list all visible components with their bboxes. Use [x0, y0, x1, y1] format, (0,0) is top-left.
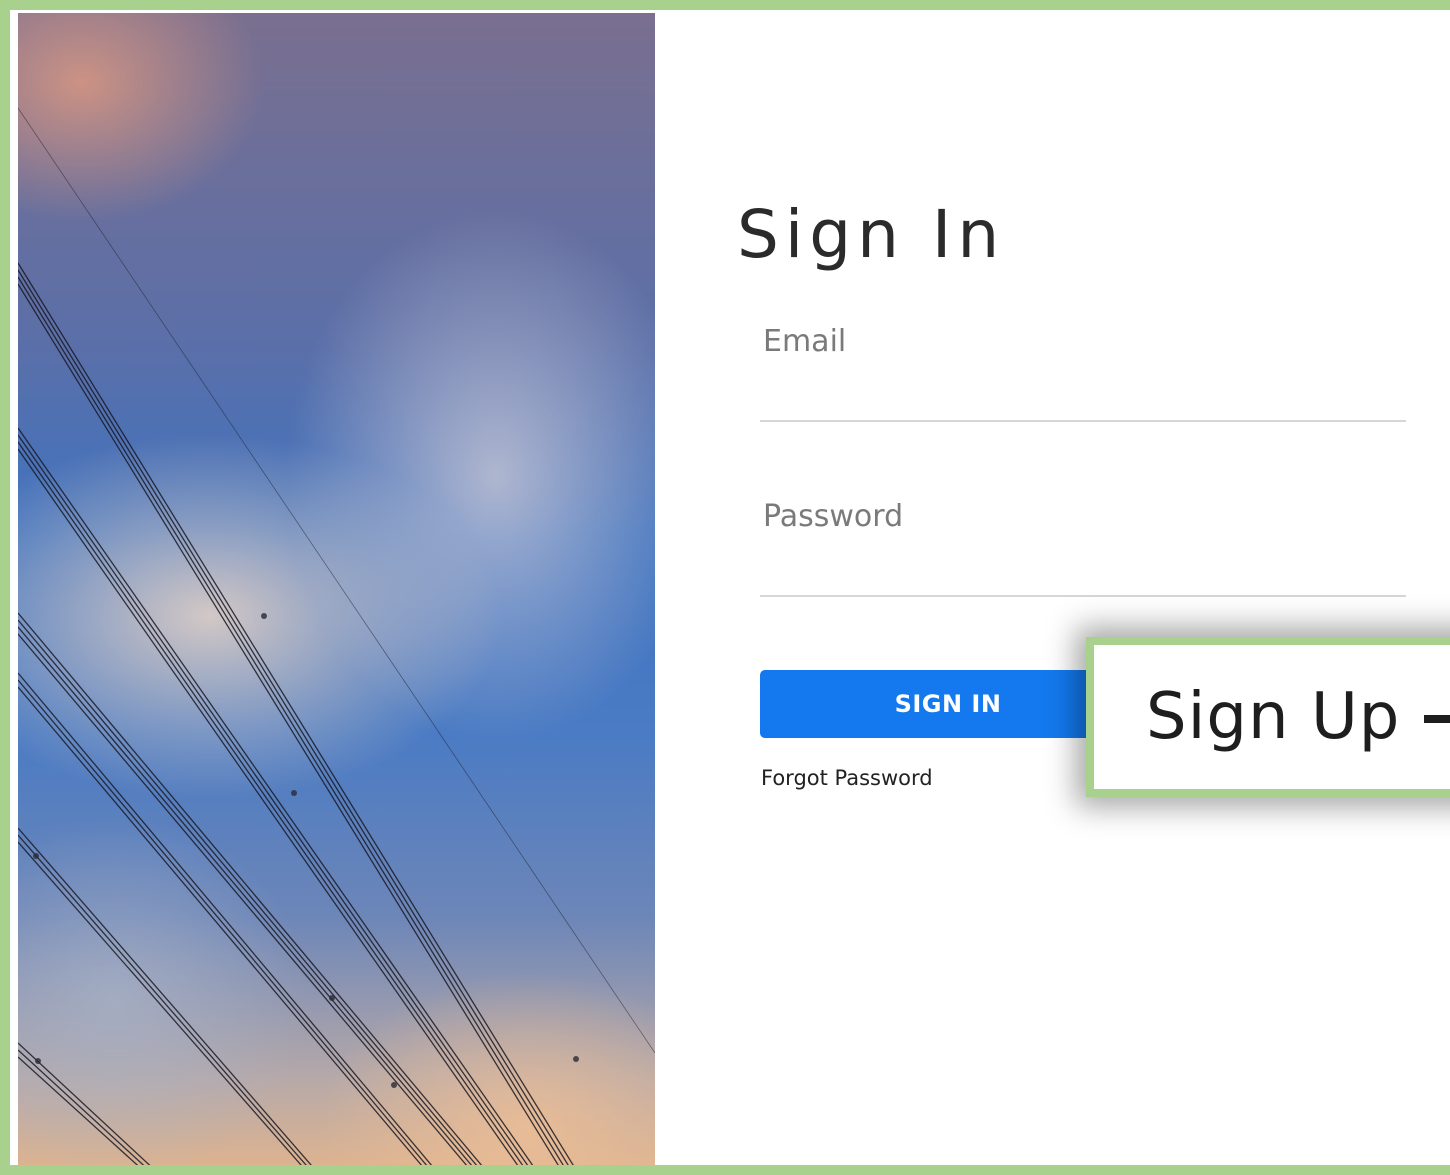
- password-label: Password: [763, 499, 904, 534]
- forgot-password-link[interactable]: Forgot Password: [761, 768, 933, 789]
- background-photo: [18, 13, 655, 1165]
- sign-in-arrow-icon: [1424, 695, 1450, 749]
- power-lines-graphic: [18, 107, 655, 1165]
- email-label: Email: [763, 324, 847, 359]
- page-title: Sign In: [737, 196, 1006, 273]
- sign-in-button[interactable]: SIGN IN: [760, 670, 1136, 738]
- sign-up-link[interactable]: Sign Up: [1086, 637, 1450, 797]
- page-frame: Sign In Email Password SIGN IN Forgot Pa…: [0, 0, 1450, 1175]
- password-field[interactable]: [760, 555, 1406, 597]
- sign-up-label: Sign Up: [1146, 680, 1401, 754]
- email-field[interactable]: [760, 380, 1406, 422]
